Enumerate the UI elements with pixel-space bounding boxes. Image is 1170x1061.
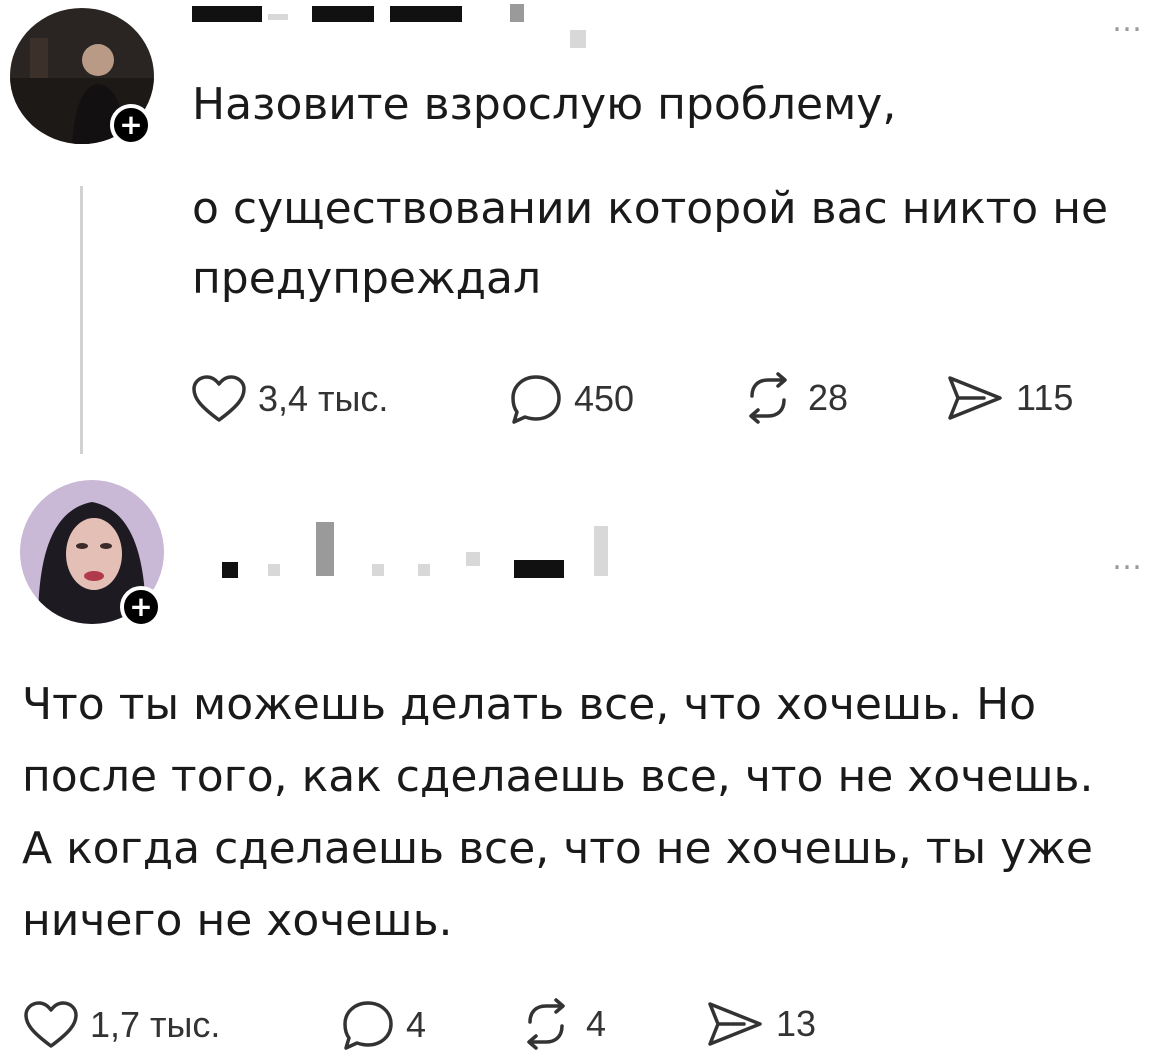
- post-text-line: ничего не хочешь.: [22, 895, 453, 946]
- comment-bubble-icon: [340, 998, 396, 1052]
- like-count: 1,7 тыс.: [90, 1004, 221, 1045]
- post-text-line: Назовите взрослую проблему,: [192, 79, 897, 130]
- comment-button[interactable]: 4: [340, 998, 426, 1052]
- comment-button[interactable]: 450: [508, 372, 634, 426]
- repost-button[interactable]: 4: [516, 998, 606, 1050]
- post-1: + … Назовите взрослую проблему, о сущест…: [0, 0, 1170, 470]
- comment-count: 450: [574, 378, 635, 419]
- more-dots-icon[interactable]: …: [1112, 4, 1144, 39]
- repost-count: 28: [808, 377, 849, 418]
- post-text-line: после того, как сделаешь все, что не хоч…: [22, 751, 1094, 802]
- share-icon: [944, 372, 1006, 424]
- like-button[interactable]: 3,4 тыс.: [190, 374, 388, 424]
- post-text-line: Что ты можешь делать все, что хочешь. Но: [22, 679, 1037, 730]
- repost-button[interactable]: 28: [738, 372, 848, 424]
- thread-line: [80, 186, 83, 454]
- like-count: 3,4 тыс.: [258, 378, 389, 419]
- like-button[interactable]: 1,7 тыс.: [22, 1000, 220, 1050]
- repost-count: 4: [586, 1003, 607, 1044]
- follow-plus-icon[interactable]: +: [110, 104, 152, 146]
- repost-icon: [516, 998, 576, 1050]
- share-button[interactable]: 13: [704, 998, 816, 1050]
- comment-bubble-icon: [508, 372, 564, 426]
- follow-plus-icon[interactable]: +: [120, 586, 162, 628]
- share-count: 115: [1016, 377, 1074, 418]
- heart-icon: [22, 1000, 80, 1050]
- post-text-line: А когда сделаешь все, что не хочешь, ты …: [22, 823, 1093, 874]
- share-icon: [704, 998, 766, 1050]
- post-text-line: о существовании которой вас никто не: [192, 183, 1109, 234]
- repost-icon: [738, 372, 798, 424]
- comment-count: 4: [406, 1004, 427, 1045]
- share-button[interactable]: 115: [944, 372, 1073, 424]
- post-text-line: предупреждал: [192, 253, 542, 304]
- post-2: + … Что ты можешь делать все, что хочешь…: [0, 470, 1170, 1061]
- more-dots-icon[interactable]: …: [1112, 542, 1144, 577]
- heart-icon: [190, 374, 248, 424]
- share-count: 13: [776, 1003, 817, 1044]
